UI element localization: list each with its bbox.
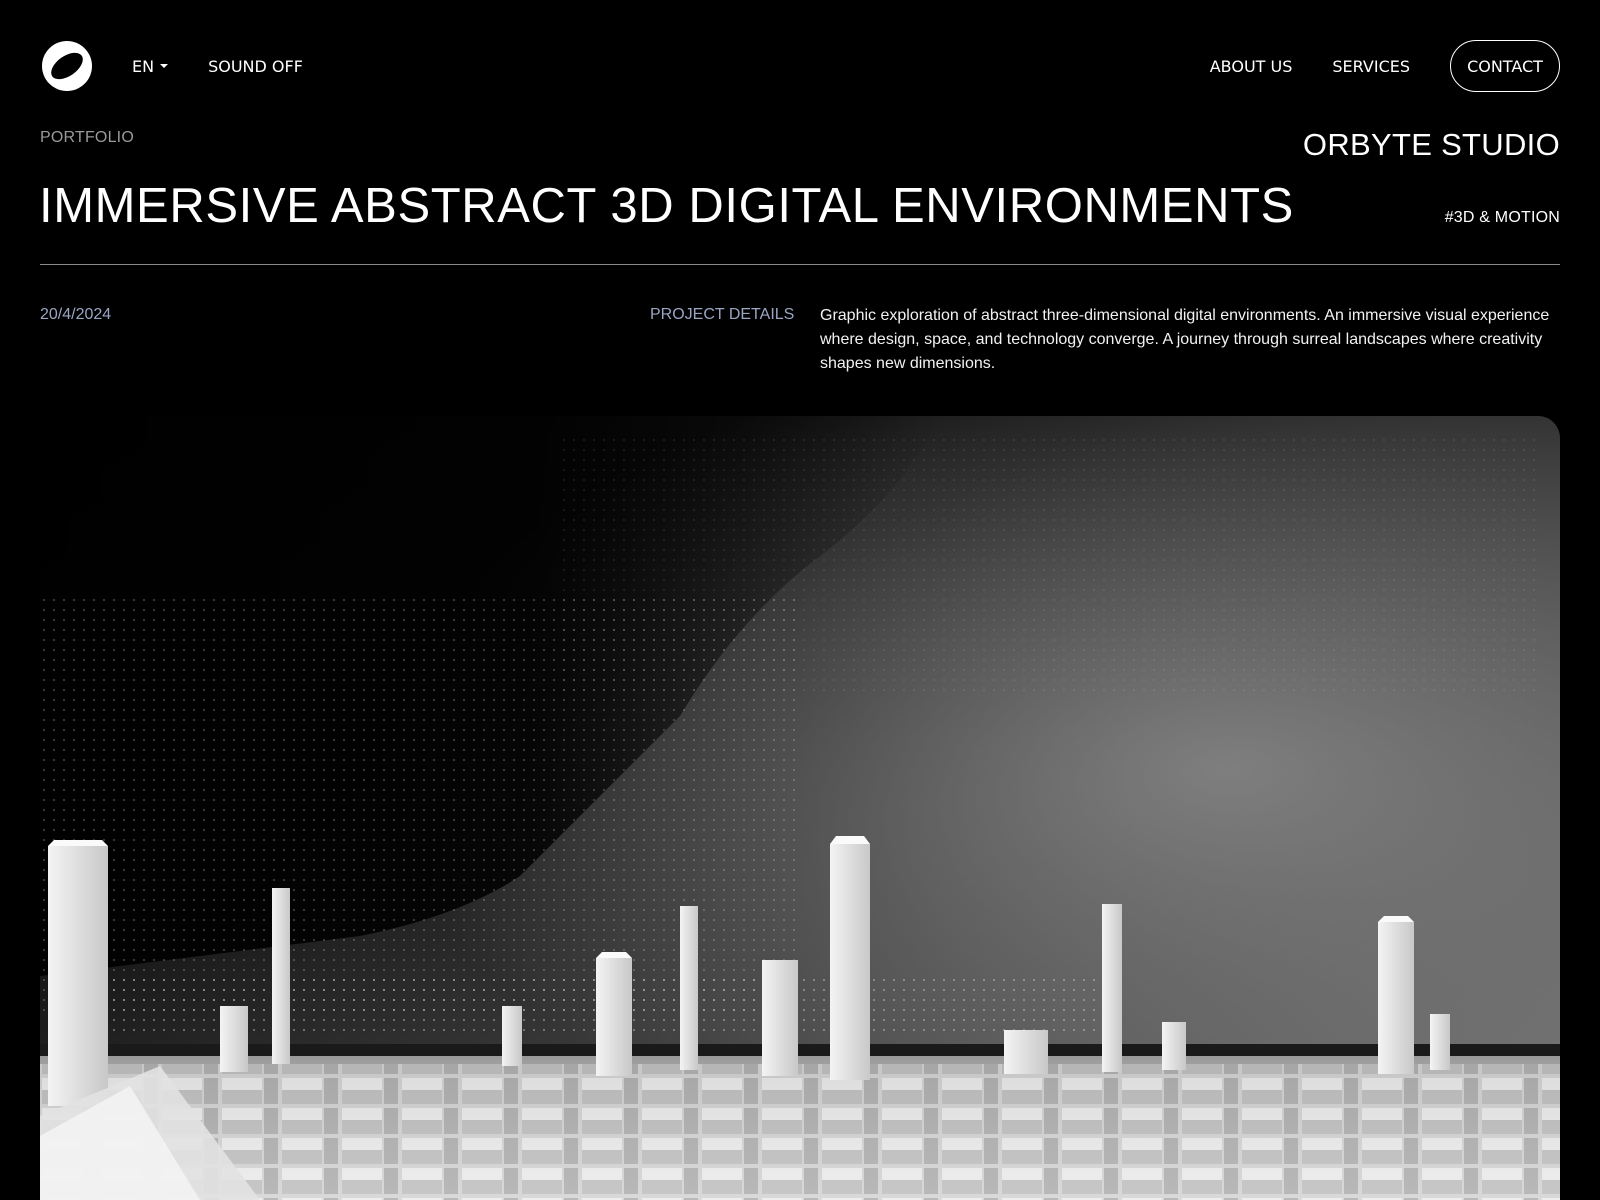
nav-services[interactable]: SERVICES	[1332, 57, 1410, 76]
orbit-logo-icon[interactable]	[40, 39, 94, 93]
project-details-label: PROJECT DETAILS	[650, 306, 795, 323]
page-title: IMMERSIVE ABSTRACT 3D DIGITAL ENVIRONMEN…	[39, 179, 1294, 233]
contact-button[interactable]: CONTACT	[1450, 40, 1560, 92]
site-header: EN SOUND OFF ABOUT US SERVICES CONTACT	[40, 38, 1560, 94]
sound-toggle[interactable]: SOUND OFF	[208, 57, 303, 76]
studio-name: ORBYTE STUDIO	[1302, 127, 1560, 162]
language-selector[interactable]: EN	[132, 56, 169, 76]
nav-about-us[interactable]: ABOUT US	[1210, 57, 1293, 76]
project-tag[interactable]: #3D & MOTION	[1445, 209, 1560, 227]
abstract-3d-landscape	[40, 416, 1560, 1200]
caret-down-icon	[160, 64, 169, 68]
title-divider	[40, 264, 1560, 265]
project-description: Graphic exploration of abstract three-di…	[820, 307, 1550, 372]
breadcrumb[interactable]: PORTFOLIO	[40, 129, 134, 147]
hero-image	[40, 416, 1560, 1200]
main-nav: ABOUT US SERVICES CONTACT	[1170, 40, 1560, 92]
language-label: EN	[132, 56, 155, 76]
project-date: 20/4/2024	[40, 306, 112, 323]
